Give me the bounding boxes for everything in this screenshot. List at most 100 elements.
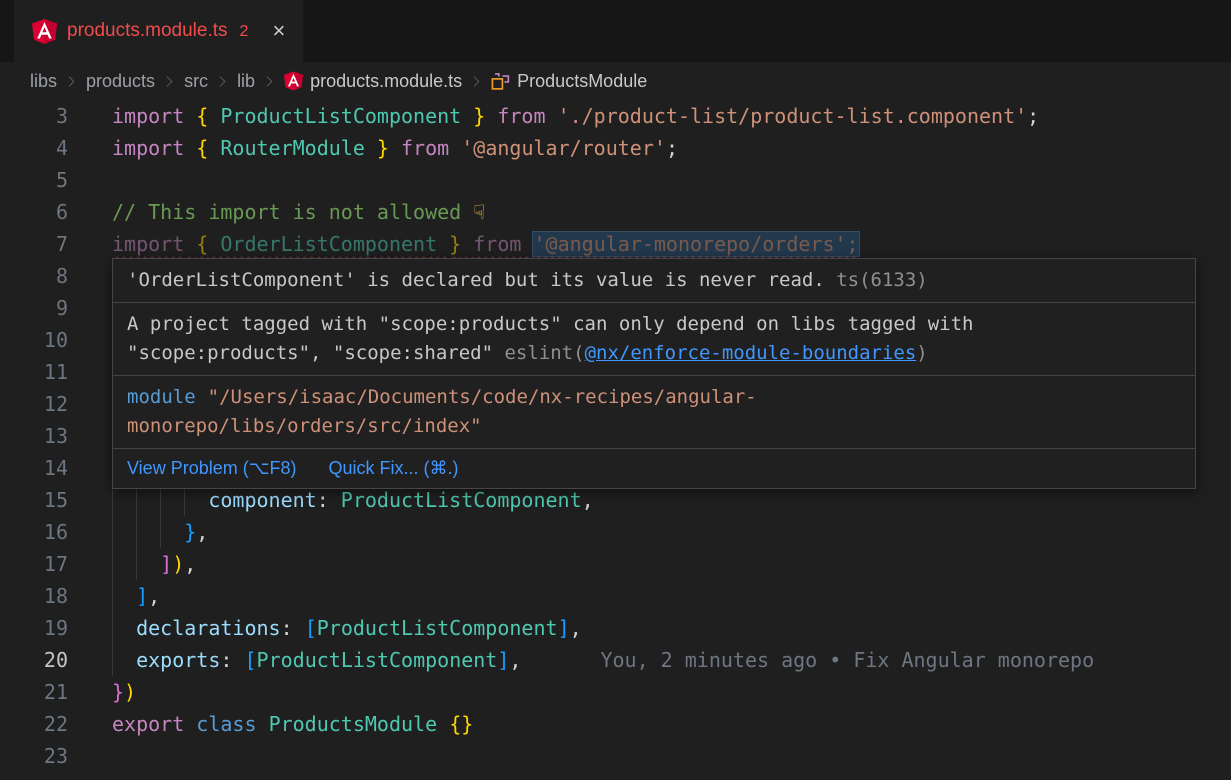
code-content: declarations: [ProductListComponent], [112,612,1231,644]
code-content: import { OrderListComponent } from '@ang… [112,228,1231,260]
code-line-4[interactable]: 4 import { RouterModule } from '@angular/… [0,132,1231,164]
line-number[interactable]: 20 [0,644,68,676]
code-token: '@angular-monorepo/orders'; [533,232,858,256]
indent-guide [112,580,113,612]
angular-file-icon [284,71,303,91]
code-token [184,712,196,736]
line-number[interactable]: 5 [0,164,68,196]
code-token: , [196,520,208,544]
breadcrumb-item-src[interactable]: src [184,71,208,92]
chevron-right-icon [469,74,484,89]
module-path-text: "/Users/isaac/Documents/code/nx-recipes/… [208,386,757,408]
code-token: ProductListComponent [317,616,558,640]
line-number[interactable]: 12 [0,388,68,420]
eslint-rule-link[interactable]: @nx/enforce-module-boundaries [585,342,917,364]
code-line-22[interactable]: 22export class ProductsModule {} [0,708,1231,740]
code-token: ; [666,136,678,160]
code-token [184,232,196,256]
code-token [389,136,401,160]
code-line-23[interactable]: 23 [0,740,1231,772]
line-number[interactable]: 18 [0,580,68,612]
code-token: ] [136,584,148,608]
code-line-7[interactable]: 7 import { OrderListComponent } from '@an… [0,228,1231,260]
code-token [461,232,473,256]
code-text: import { RouterModule } from '@angular/r… [112,136,678,160]
code-token: , [570,616,582,640]
code-text: declarations: [ProductListComponent], [112,616,582,640]
line-number[interactable]: 4 [0,132,68,164]
code-token: class [196,712,256,736]
code-token: : [281,616,305,640]
line-number[interactable]: 22 [0,708,68,740]
view-problem-action[interactable]: View Problem (⌥F8) [127,454,296,483]
code-token: [ [244,648,256,672]
code-token: ] [558,616,570,640]
code-text: }) [112,680,136,704]
code-line-5[interactable]: 5 [0,164,1231,196]
line-number[interactable]: 15 [0,484,68,516]
breadcrumb-item-symbol[interactable]: ProductsModule [491,71,647,92]
code-text: ]), [112,552,196,576]
line-number[interactable]: 14 [0,452,68,484]
code-content: // This import is not allowed ☟ [112,196,1231,228]
code-token [112,520,184,544]
code-token: ProductListComponent [208,104,473,128]
code-line-18[interactable]: 18 ], [0,580,1231,612]
code-token [184,136,196,160]
code-line-17[interactable]: 17 ]), [0,548,1231,580]
code-line-19[interactable]: 19 declarations: [ProductListComponent], [0,612,1231,644]
diagnostic-unused-import: 'OrderListComponent' is declared but its… [113,259,1195,302]
code-token: declarations [136,616,281,640]
tab-products-module[interactable]: products.module.ts 2 × [14,0,303,62]
chevron-right-icon [262,74,277,89]
code-content: }, [112,516,1231,548]
tab-filename: products.module.ts [67,20,228,42]
breadcrumb-item-lib[interactable]: lib [237,71,255,92]
code-token: : [220,648,244,672]
code-token: ) [124,680,136,704]
code-content: }) [112,676,1231,708]
code-token [449,136,461,160]
line-number[interactable]: 9 [0,292,68,324]
hover-popup: 'OrderListComponent' is declared but its… [112,258,1196,489]
quick-fix-action[interactable]: Quick Fix... (⌘.) [328,454,458,483]
code-content: exports: [ProductListComponent],You, 2 m… [112,644,1231,676]
code-token: exports [136,648,220,672]
code-line-6[interactable]: 6 // This import is not allowed ☟ [0,196,1231,228]
line-number[interactable]: 13 [0,420,68,452]
breadcrumb-item-file[interactable]: products.module.ts [284,71,462,92]
line-number[interactable]: 16 [0,516,68,548]
line-number[interactable]: 10 [0,324,68,356]
code-token: ProductListComponent [341,488,582,512]
code-line-16[interactable]: 16 }, [0,516,1231,548]
line-number[interactable]: 17 [0,548,68,580]
line-number[interactable]: 3 [0,100,68,132]
code-token: from [473,232,521,256]
code-content: ]), [112,548,1231,580]
code-line-21[interactable]: 21}) [0,676,1231,708]
code-token: RouterModule [208,136,377,160]
module-declaration-info: module "/Users/isaac/Documents/code/nx-re… [113,375,1195,448]
line-number[interactable]: 19 [0,612,68,644]
line-number[interactable]: 6 [0,196,68,228]
code-line-20[interactable]: 20 exports: [ProductListComponent],You, … [0,644,1231,676]
code-token: ] [160,552,172,576]
close-icon[interactable]: × [272,20,285,42]
chevron-right-icon [215,74,230,89]
code-line-3[interactable]: 3import { ProductListComponent } from '.… [0,100,1231,132]
line-number[interactable]: 8 [0,260,68,292]
line-number[interactable]: 7 [0,228,68,260]
angular-logo-icon [32,18,57,45]
code-token [112,584,136,608]
line-number[interactable]: 21 [0,676,68,708]
indent-guide [112,612,113,644]
code-token: ] [497,648,509,672]
code-token [437,712,449,736]
module-keyword: module [127,386,196,408]
breadcrumb-item-libs[interactable]: libs [30,71,57,92]
code-token: '@angular/router' [461,136,666,160]
code-token: ) [172,552,184,576]
line-number[interactable]: 11 [0,356,68,388]
breadcrumb-item-products[interactable]: products [86,71,155,92]
line-number[interactable]: 23 [0,740,68,772]
